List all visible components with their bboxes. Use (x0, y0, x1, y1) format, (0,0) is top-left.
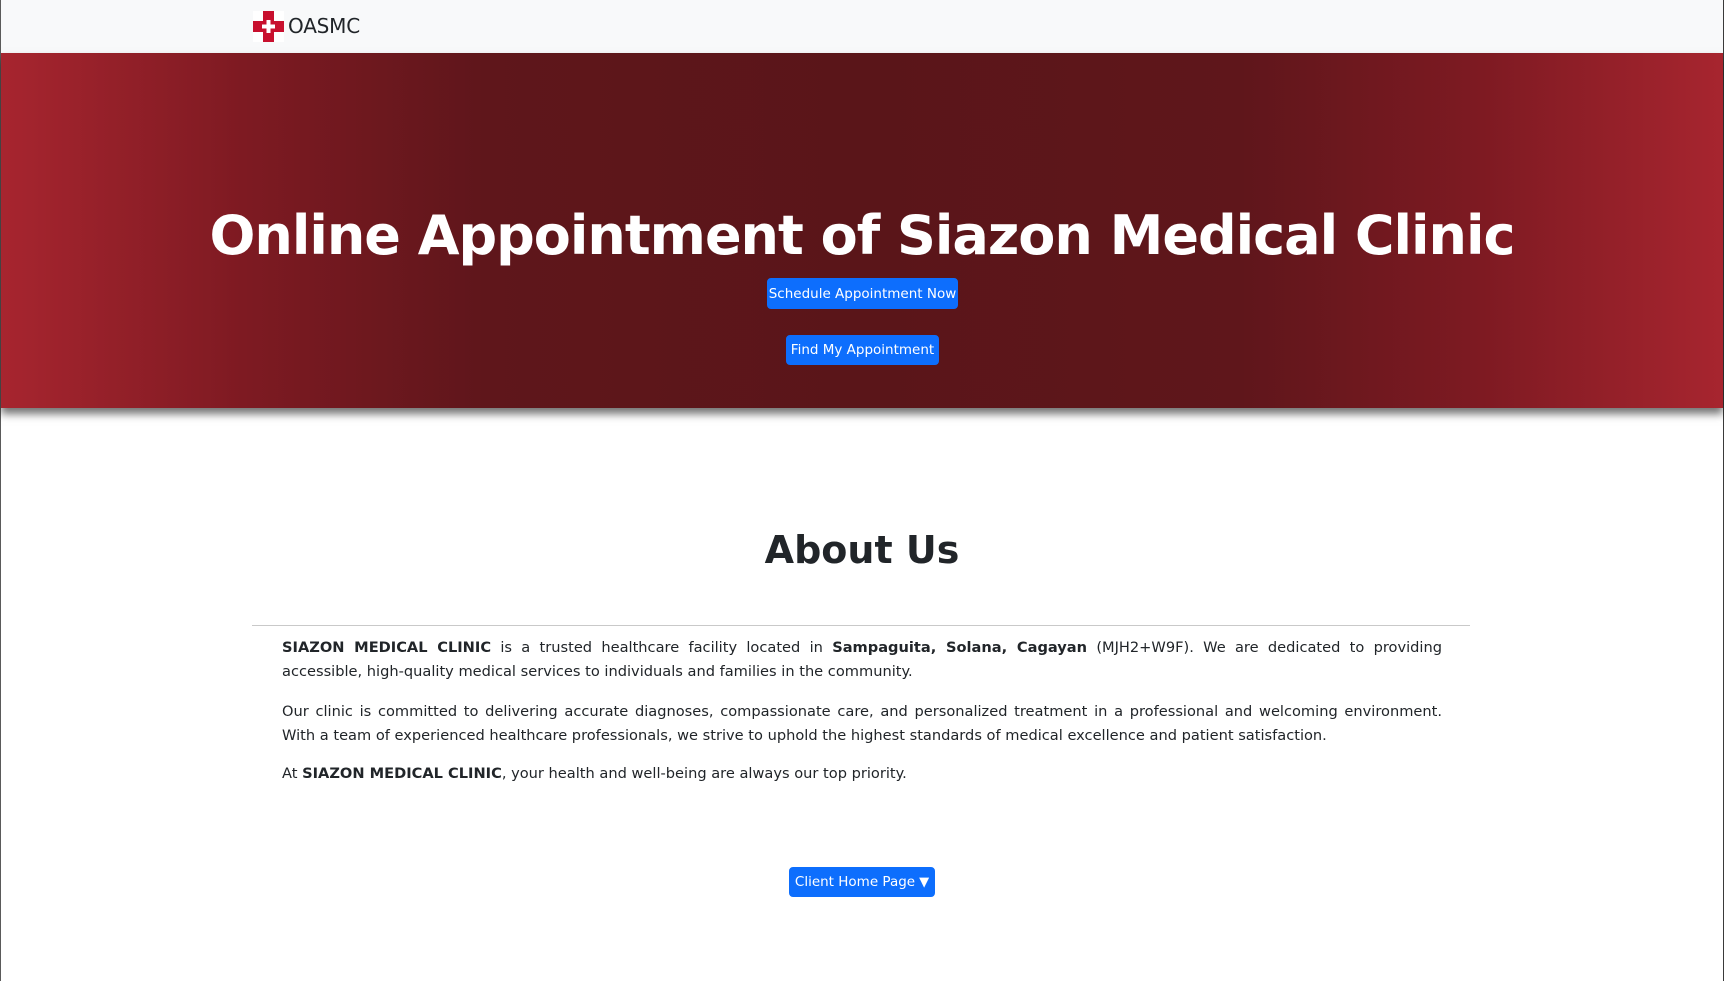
clinic-name: SIAZON MEDICAL CLINIC (302, 765, 502, 782)
about-text-segment: is a trusted healthcare facility located… (491, 639, 833, 656)
top-navbar: OASMC (1, 0, 1723, 53)
brand-name: OASMC (288, 14, 360, 38)
navbar-brand[interactable]: OASMC (253, 10, 360, 42)
about-divider (252, 625, 1470, 626)
clinic-location: Sampaguita, Solana, Cagayan (832, 639, 1088, 656)
about-paragraph-1: SIAZON MEDICAL CLINIC is a trusted healt… (282, 636, 1442, 684)
about-paragraph-2: Our clinic is committed to delivering ac… (282, 703, 1442, 744)
hero-banner: Online Appointment of Siazon Medical Cli… (1, 53, 1723, 408)
about-content: SIAZON MEDICAL CLINIC is a trusted healt… (282, 636, 1442, 786)
about-paragraph-3: At SIAZON MEDICAL CLINIC, your health an… (282, 762, 1442, 786)
about-text-segment: , your health and well-being are always … (501, 765, 907, 782)
find-appointment-button[interactable]: Find My Appointment (786, 335, 939, 365)
about-text-segment: At (282, 765, 303, 782)
client-home-page-label: Client Home Page (794, 874, 916, 890)
about-heading: About Us (764, 528, 960, 572)
hero-title: Online Appointment of Siazon Medical Cli… (209, 204, 1515, 267)
red-cross-icon (253, 10, 284, 42)
page: OASMC Online Appointment of Siazon Medic… (0, 0, 1724, 981)
caret-down-icon: ▼ (919, 874, 930, 890)
client-home-page-button[interactable]: Client Home Page ▼ (789, 867, 935, 897)
schedule-appointment-button[interactable]: Schedule Appointment Now (767, 278, 958, 309)
clinic-name: SIAZON MEDICAL CLINIC (282, 639, 492, 656)
